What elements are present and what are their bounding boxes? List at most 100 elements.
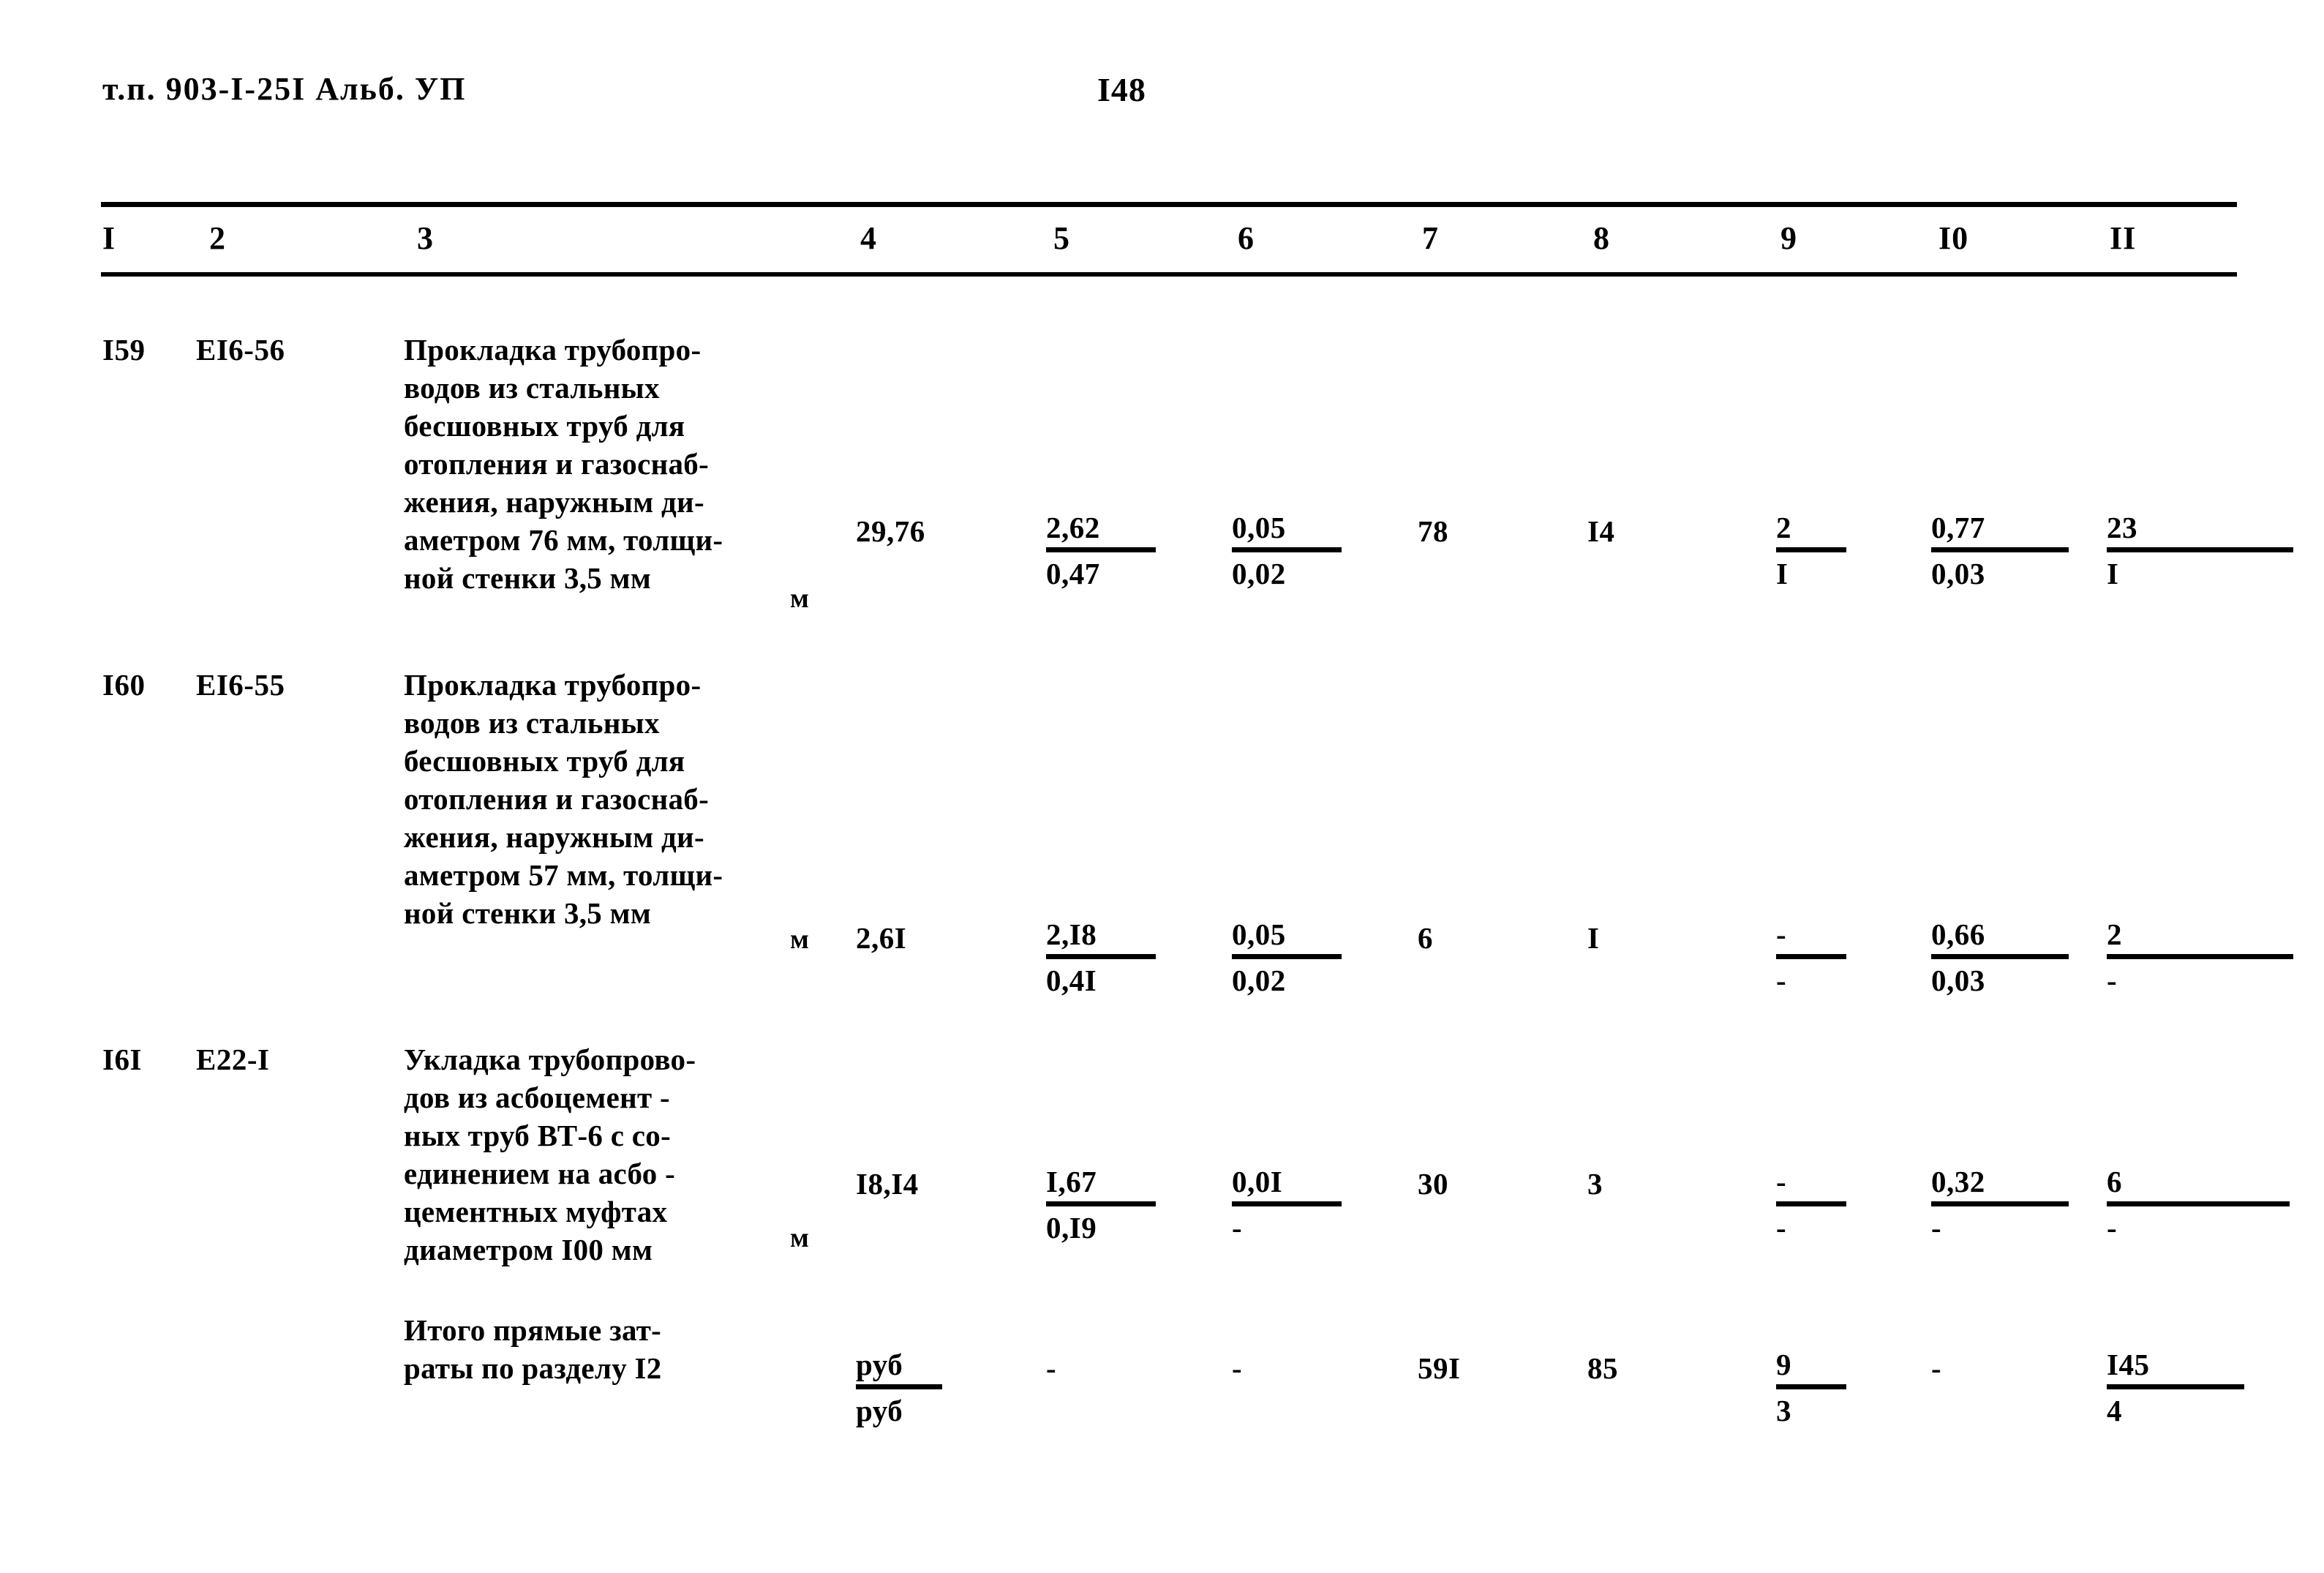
cell-col8: I: [1587, 921, 1600, 955]
totals-description: Итого прямые зат- раты по разделу I2: [404, 1313, 662, 1385]
table-top-rule: [101, 202, 2237, 207]
totals-col4-top: руб: [856, 1348, 903, 1381]
cell-col6-bottom: 0,02: [1232, 557, 1286, 590]
cell-col10-top: 0,77: [1931, 511, 1985, 544]
cell-col10: 0,77 0,03: [1931, 509, 2077, 592]
cell-col11-top: 2: [2107, 917, 2122, 951]
cell-col6-top: 0,05: [1232, 511, 1286, 544]
column-number-11: II: [2110, 220, 2137, 256]
cell-col6-bottom: 0,02: [1232, 964, 1286, 997]
cell-col9: - -: [1776, 916, 1900, 999]
fraction-bar: [1232, 954, 1342, 959]
cell-col6-top: 0,0I: [1232, 1165, 1283, 1198]
cell-col11-bottom: -: [2107, 1211, 2118, 1244]
cell-col4: 2,6I: [856, 921, 907, 955]
cell-col10: 0,66 0,03: [1931, 916, 2077, 999]
cell-col6-top: 0,05: [1232, 917, 1286, 951]
cell-col6: 0,0I -: [1232, 1163, 1385, 1246]
cell-col11: 2 -: [2107, 916, 2293, 999]
totals-col10: -: [1931, 1351, 1942, 1385]
column-number-8: 8: [1593, 220, 1610, 256]
row-unit: м: [790, 1223, 809, 1253]
row-unit: м: [790, 924, 809, 955]
cell-col5: 2,62 0,47: [1046, 509, 1200, 592]
cell-col5-top: 2,62: [1046, 511, 1100, 544]
row-code: EI6-55: [196, 668, 285, 702]
cell-col10-bottom: -: [1931, 1211, 1942, 1244]
cell-col9-top: -: [1776, 917, 1787, 951]
cell-col6: 0,05 0,02: [1232, 509, 1385, 592]
cell-col9-top: 2: [1776, 511, 1791, 544]
row-code: E22-I: [196, 1043, 270, 1076]
totals-col4-bottom: руб: [856, 1394, 903, 1427]
row-unit: м: [790, 583, 809, 614]
totals-col9: 9 3: [1776, 1346, 1900, 1429]
cell-col9-bottom: I: [1776, 557, 1789, 590]
cell-col8: I4: [1587, 514, 1615, 548]
row-description: Укладка трубопрово- дов из асбоцемент - …: [404, 1043, 696, 1266]
fraction-bar: [856, 1384, 942, 1389]
row-description: Прокладка трубопро- водов из стальных бе…: [404, 668, 723, 930]
document-code: т.п. 903-I-25I Альб. УП: [102, 71, 467, 107]
column-number-9: 9: [1780, 220, 1797, 256]
row-number: I59: [102, 333, 146, 367]
totals-col11-bottom: 4: [2107, 1394, 2122, 1427]
cell-col11-top: 23: [2107, 511, 2137, 544]
fraction-bar: [2107, 954, 2293, 959]
fraction-bar: [1232, 1201, 1342, 1206]
fraction-bar: [1931, 1201, 2069, 1206]
cell-col6-bottom: -: [1232, 1211, 1243, 1244]
totals-col7: 59I: [1418, 1351, 1461, 1385]
cell-col9: 2 I: [1776, 509, 1900, 592]
fraction-bar: [1776, 547, 1846, 552]
fraction-bar: [2107, 547, 2293, 552]
column-number-row: I 2 3 4 5 6 7 8 9 I0 II: [0, 219, 2324, 266]
cell-col10-top: 0,66: [1931, 917, 1985, 951]
column-number-5: 5: [1053, 220, 1070, 256]
table-header-rule: [101, 272, 2237, 277]
row-number: I60: [102, 668, 146, 702]
page-header: т.п. 903-I-25I Альб. УП I48: [0, 70, 2324, 121]
row-description: Прокладка трубопро- водов из стальных бе…: [404, 333, 723, 595]
column-number-2: 2: [209, 220, 226, 256]
column-number-1: I: [102, 220, 116, 256]
cell-col11-bottom: -: [2107, 964, 2118, 997]
cell-col9-bottom: -: [1776, 1211, 1787, 1244]
column-number-4: 4: [860, 220, 877, 256]
cell-col5-top: 2,I8: [1046, 917, 1097, 951]
column-number-3: 3: [417, 220, 434, 256]
cell-col7: 78: [1418, 514, 1448, 548]
fraction-bar: [2107, 1384, 2244, 1389]
totals-col9-bottom: 3: [1776, 1394, 1791, 1427]
totals-col9-top: 9: [1776, 1348, 1791, 1381]
column-number-7: 7: [1422, 220, 1439, 256]
cell-col5-bottom: 0,I9: [1046, 1211, 1097, 1244]
cell-col11-bottom: I: [2107, 557, 2119, 590]
cell-col10-bottom: 0,03: [1931, 557, 1985, 590]
column-number-6: 6: [1238, 220, 1255, 256]
fraction-bar: [1776, 1201, 1846, 1206]
cell-col11-top: 6: [2107, 1165, 2122, 1198]
cell-col7: 6: [1418, 921, 1433, 955]
cell-col7: 30: [1418, 1167, 1448, 1201]
cell-col5: I,67 0,I9: [1046, 1163, 1200, 1246]
fraction-bar: [1046, 547, 1156, 552]
totals-col11: I45 4: [2107, 1346, 2246, 1429]
totals-col8: 85: [1587, 1351, 1618, 1385]
column-number-10: I0: [1938, 220, 1969, 256]
fraction-bar: [1046, 1201, 1156, 1206]
cell-col4: I8,I4: [856, 1167, 919, 1201]
cell-col11: 23 I: [2107, 509, 2293, 592]
cell-col5-bottom: 0,47: [1046, 557, 1100, 590]
cell-col5-top: I,67: [1046, 1165, 1097, 1198]
cell-col11: 6 -: [2107, 1163, 2290, 1246]
cell-col8: 3: [1587, 1167, 1603, 1201]
row-code: EI6-56: [196, 333, 285, 367]
fraction-bar: [1931, 954, 2069, 959]
fraction-bar: [1931, 547, 2069, 552]
fraction-bar: [1776, 1384, 1846, 1389]
cell-col4: 29,76: [856, 514, 925, 548]
totals-col4: руб руб: [856, 1346, 1024, 1429]
totals-col11-top: I45: [2107, 1348, 2150, 1381]
page-number: I48: [1097, 71, 1146, 108]
